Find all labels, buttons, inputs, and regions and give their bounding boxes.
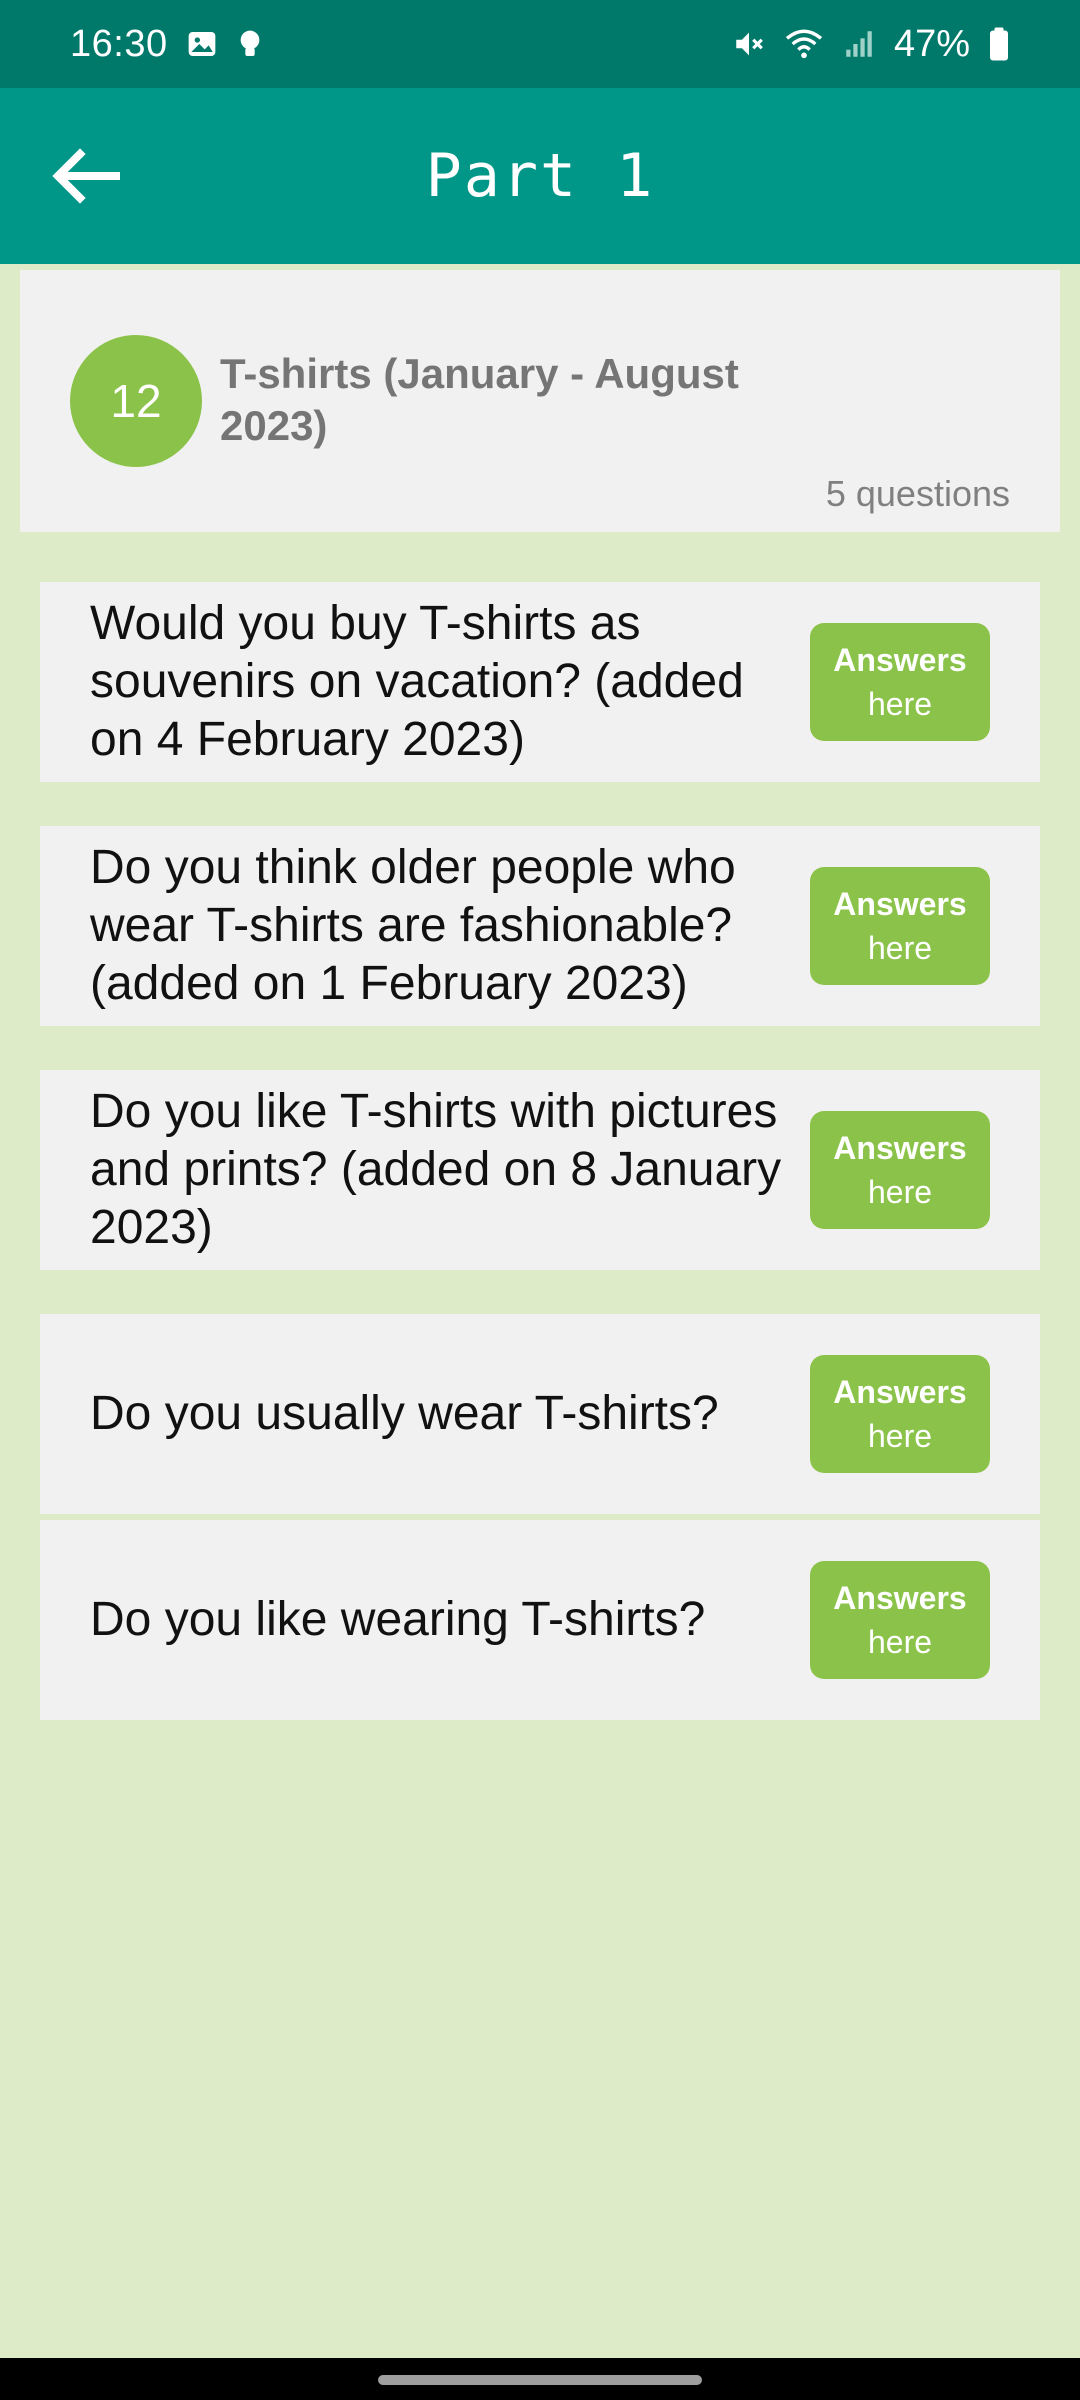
question-card[interactable]: Do you think older people who wear T-shi…	[40, 826, 1040, 1026]
answers-button[interactable]: Answers here	[810, 623, 990, 741]
question-card[interactable]: Do you usually wear T-shirts? Answers he…	[40, 1314, 1040, 1514]
topic-header-card: 12 T-shirts (January - August 2023) 5 qu…	[20, 270, 1060, 532]
signal-icon	[842, 27, 876, 61]
answers-button[interactable]: Answers here	[810, 1111, 990, 1229]
answers-button-label: Answers	[833, 642, 967, 678]
question-count: 5 questions	[825, 473, 1010, 514]
answers-button[interactable]: Answers here	[810, 1561, 990, 1679]
page-title: Part 1	[425, 141, 655, 211]
status-right: 47%	[732, 23, 1010, 66]
topic-title: T-shirts (January - August 2023)	[220, 350, 739, 449]
answers-button-label: Answers	[833, 1130, 967, 1166]
answers-button-label: Answers	[833, 1374, 967, 1410]
status-bar: 16:30 47%	[0, 0, 1080, 88]
battery-percentage: 47%	[893, 22, 970, 65]
answers-button-sublabel: here	[867, 1624, 933, 1660]
answers-button-sublabel: here	[867, 1174, 933, 1210]
question-card[interactable]: Do you like T-shirts with pictures and p…	[40, 1070, 1040, 1270]
status-time: 16:30	[70, 22, 168, 65]
bulb-icon	[236, 28, 264, 60]
question-text: Do you usually wear T-shirts?	[90, 1387, 719, 1440]
status-left: 16:30	[70, 23, 264, 66]
question-text: Do you think older people who wear T-shi…	[90, 841, 736, 1010]
topic-number-badge: 12	[70, 335, 202, 467]
question-text: Do you like wearing T-shirts?	[90, 1593, 706, 1646]
question-card[interactable]: Would you buy T-shirts as souvenirs on v…	[40, 582, 1040, 782]
app-bar: Part 1	[0, 88, 1080, 264]
answers-button-sublabel: here	[867, 1418, 933, 1454]
battery-icon	[988, 26, 1010, 62]
arrow-left-icon	[52, 148, 120, 204]
mute-icon	[732, 27, 766, 61]
answers-button-sublabel: here	[867, 930, 933, 966]
question-card[interactable]: Do you like wearing T-shirts? Answers he…	[40, 1520, 1040, 1720]
question-text: Would you buy T-shirts as souvenirs on v…	[90, 597, 744, 766]
answers-button[interactable]: Answers here	[810, 867, 990, 985]
back-button[interactable]	[40, 131, 130, 221]
home-indicator[interactable]	[378, 2375, 702, 2385]
navigation-bar	[0, 2358, 1080, 2400]
answers-button-sublabel: here	[867, 686, 933, 722]
answers-button[interactable]: Answers here	[810, 1355, 990, 1473]
question-text: Do you like T-shirts with pictures and p…	[90, 1085, 782, 1254]
answers-button-label: Answers	[833, 1580, 967, 1616]
wifi-icon	[784, 27, 824, 61]
answers-button-label: Answers	[833, 886, 967, 922]
image-icon	[186, 28, 218, 60]
